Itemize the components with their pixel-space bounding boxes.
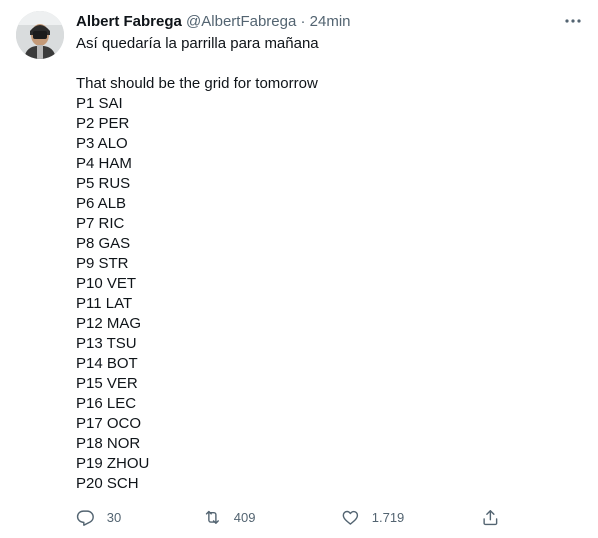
grid-line: P13 TSU (76, 335, 137, 352)
grid-line: P4 HAM (76, 155, 132, 172)
reply-count: 30 (106, 509, 122, 525)
grid-line: P7 RIC (76, 215, 125, 232)
retweet-button[interactable]: 409 (203, 506, 255, 528)
tweet-text-english: That should be the grid for tomorrow (76, 75, 318, 92)
tweet-header: Albert Fabrega @AlbertFabrega · 24min (76, 12, 351, 32)
retweet-icon (205, 510, 219, 524)
author-name[interactable]: Albert Fabrega (76, 13, 182, 30)
grid-line: P15 VER (76, 375, 138, 392)
retweet-count: 409 (233, 509, 256, 525)
reply-icon (76, 510, 94, 526)
grid-line: P9 STR (76, 255, 129, 272)
grid-line: P1 SAI (76, 95, 123, 112)
grid-line: P2 PER (76, 115, 130, 132)
like-button[interactable]: 1.719 (341, 506, 404, 528)
share-icon (483, 509, 498, 525)
tweet-timestamp[interactable]: 24min (310, 13, 351, 30)
action-bar: 30 409 1.719 (76, 506, 516, 528)
reply-button[interactable]: 30 (76, 506, 121, 528)
grid-line: P19 ZHOU (76, 455, 150, 472)
grid-line: P11 LAT (76, 295, 133, 312)
tweet: Albert Fabrega @AlbertFabrega · 24min As… (0, 0, 598, 538)
grid-line: P3 ALO (76, 135, 128, 152)
like-count: 1.719 (371, 509, 405, 525)
grid-line: P12 MAG (76, 315, 142, 332)
share-button[interactable] (481, 506, 500, 528)
author-handle[interactable]: @AlbertFabrega (186, 13, 296, 30)
grid-line: P8 GAS (76, 235, 131, 252)
grid-line: P16 LEC (76, 395, 137, 412)
more-options-button[interactable] (562, 10, 584, 32)
more-horizontal-icon (565, 19, 581, 23)
heart-icon (342, 510, 359, 525)
grid-line: P10 VET (76, 275, 137, 292)
grid-line: P6 ALB (76, 195, 127, 212)
avatar[interactable] (16, 11, 64, 59)
grid-line: P14 BOT (76, 355, 138, 372)
tweet-text: Así quedaría la parrilla para mañana Tha… (76, 34, 576, 494)
avatar-image (16, 11, 64, 59)
tweet-text-spanish: Así quedaría la parrilla para mañana (76, 35, 319, 52)
grid-line: P18 NOR (76, 435, 141, 452)
grid-line: P5 RUS (76, 175, 131, 192)
grid-line: P17 OCO (76, 415, 142, 432)
grid-line: P20 SCH (76, 475, 139, 492)
header-separator: · (300, 13, 306, 30)
